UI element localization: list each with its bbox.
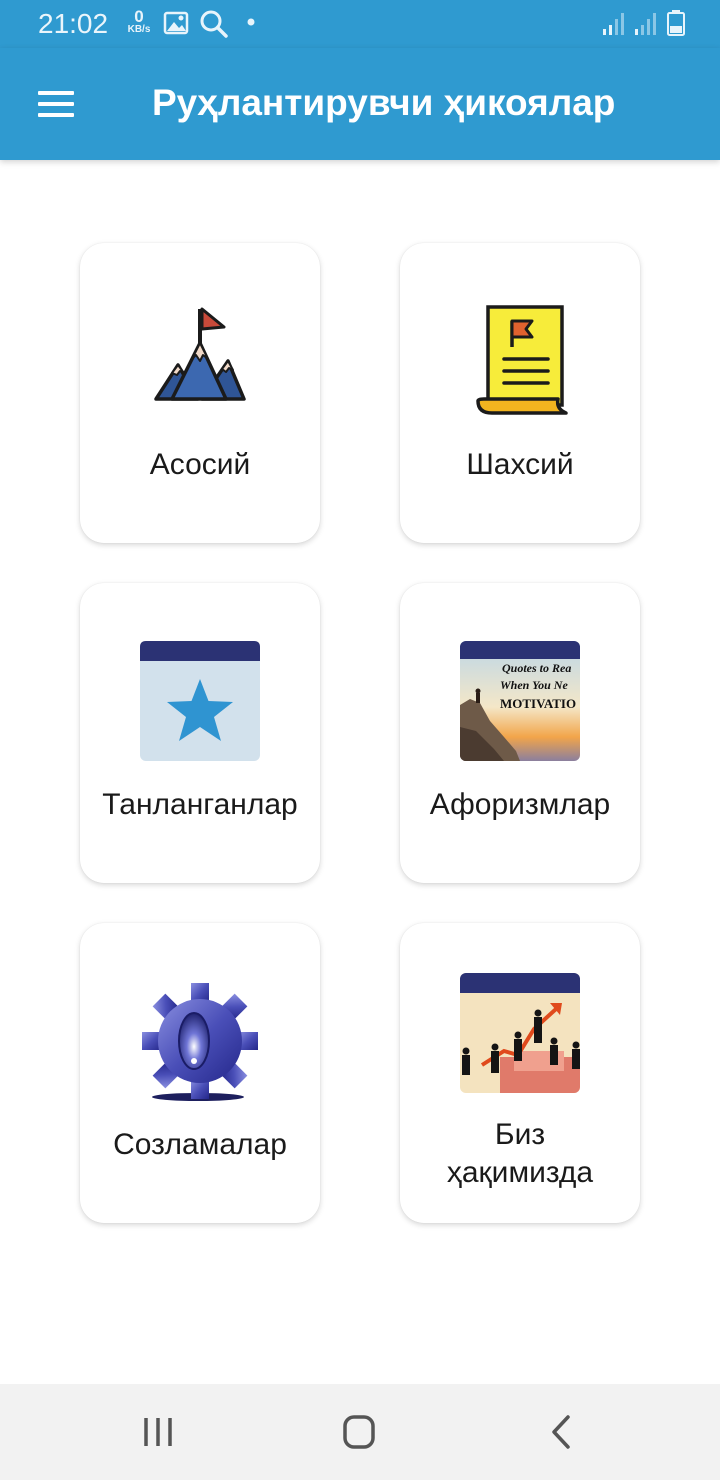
battery-icon [667,10,685,36]
tile-favorites[interactable]: Танланганлар [80,583,320,883]
app-bar: Руҳлантирувчи ҳикоялар [0,48,720,160]
tile-label-line-1: Биз [494,1118,546,1151]
page-title: Руҳлантирувчи ҳикоялар [152,82,616,123]
star-icon [140,641,260,761]
system-nav-bar [0,1384,720,1480]
tile-personal[interactable]: Шахсий [400,243,640,543]
net-speed-unit: KB/s [127,24,151,35]
notification-dot-icon [247,18,255,26]
image-text-line-2: When You Ne [500,678,568,692]
business-growth-image [460,973,580,1093]
hamburger-menu-icon[interactable] [24,74,88,134]
tile-label: Асосий [149,448,251,481]
status-bar: 21:02 0 KB/s [0,0,720,48]
tile-main[interactable]: Асосий [80,243,320,543]
mountain-flag-icon [154,307,246,401]
tile-about[interactable]: Биз ҳақимизда [400,923,640,1223]
net-speed-value: 0 [134,7,144,26]
status-time: 21:02 [38,8,109,39]
signal-icon [603,13,624,35]
tile-label: Созламалар [113,1128,287,1161]
tile-label: Шахсий [466,448,574,481]
back-icon[interactable] [520,1404,600,1460]
gear-icon [142,983,258,1101]
document-flag-icon [476,305,568,415]
net-speed: 0 KB/s [122,8,156,35]
tile-label-line-2: ҳақимизда [446,1156,594,1189]
image-text-line-1: Quotes to Rea [502,661,571,675]
signal-icon-2 [635,13,656,35]
image-text-line-3: MOTIVATIO [500,696,576,711]
home-icon[interactable] [319,1404,399,1460]
tile-label: Танланганлар [102,788,298,821]
tile-aphorisms[interactable]: Quotes to Rea When You Ne MOTIVATIO Афор… [400,583,640,883]
motivation-quotes-image: Quotes to Rea When You Ne MOTIVATIO [460,641,580,761]
recent-apps-icon[interactable] [118,1404,198,1460]
tile-settings[interactable]: Созламалар [80,923,320,1223]
search-icon [200,10,228,38]
tile-label: Афоризмлар [429,788,611,821]
gallery-icon [163,11,189,35]
